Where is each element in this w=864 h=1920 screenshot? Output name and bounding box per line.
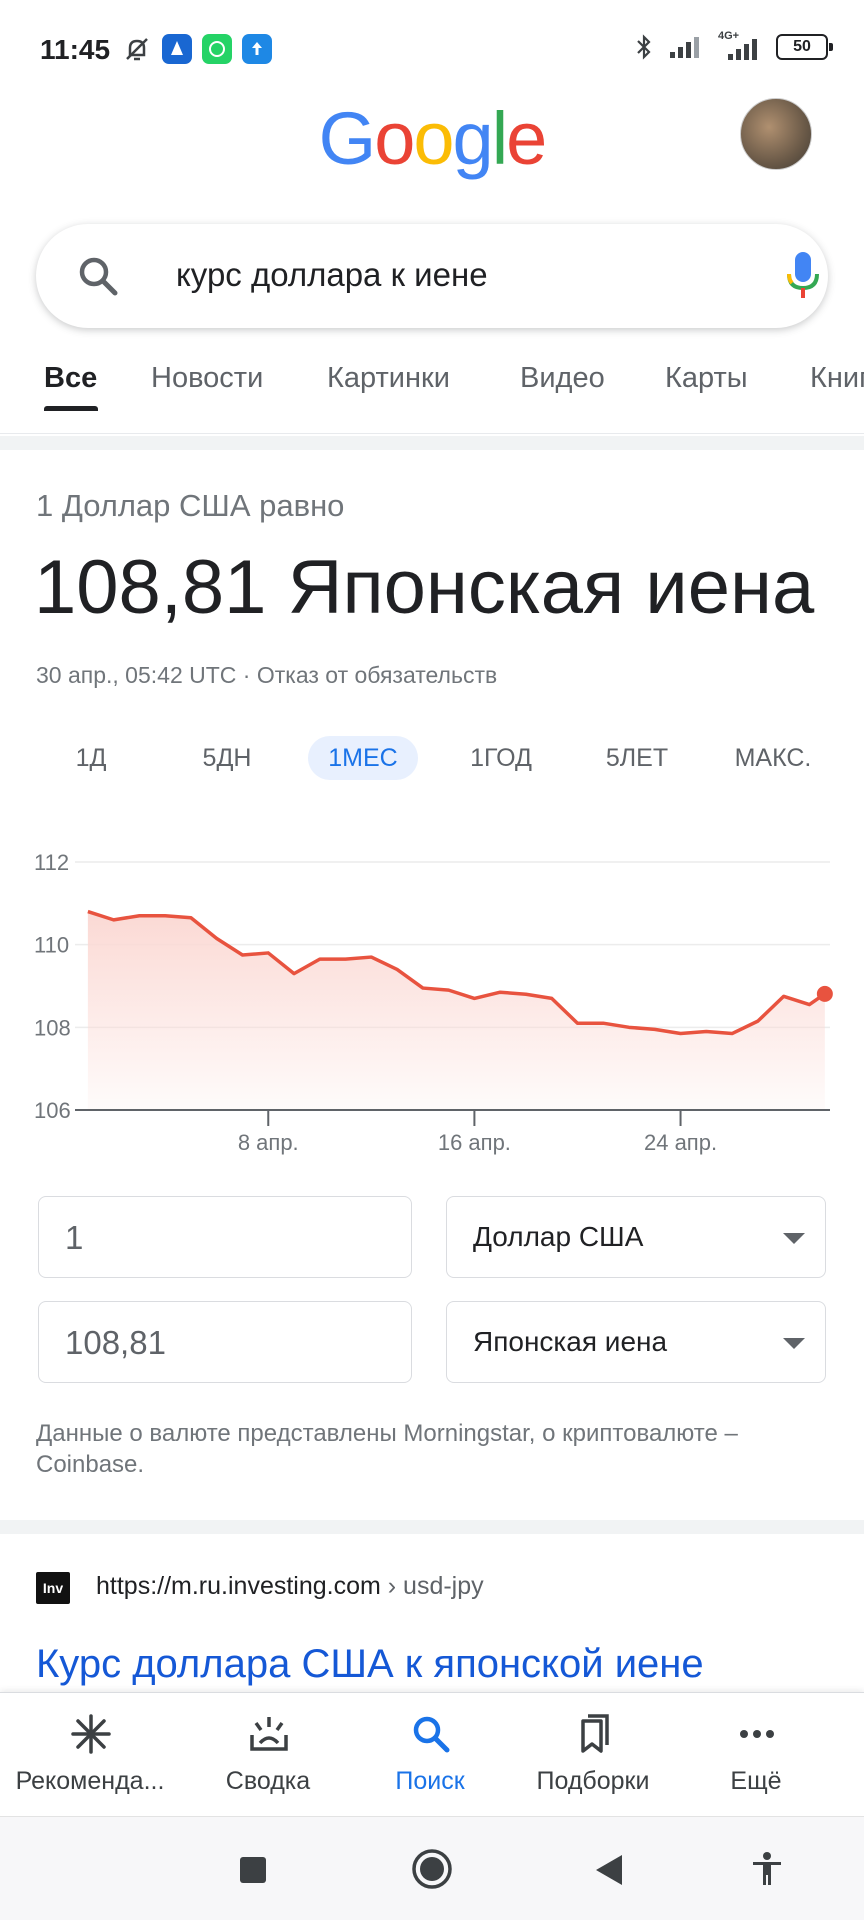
tab-all[interactable]: Все <box>44 362 97 395</box>
currency-timestamp: 30 апр., 05:42 UTC · Отказ от обязательс… <box>36 662 498 688</box>
site-favicon: Inv <box>36 1572 70 1604</box>
google-logo[interactable]: Google <box>0 96 864 181</box>
network-type: 4G+ <box>718 30 762 62</box>
status-bar: 11:45 4G+ 50 <box>0 0 864 100</box>
system-navigation-bar <box>0 1816 864 1920</box>
whatsapp-icon <box>202 34 232 64</box>
y-tick-label: 110 <box>34 933 69 958</box>
divider <box>0 436 864 450</box>
more-icon <box>740 1730 774 1738</box>
y-tick-label: 106 <box>34 1098 71 1123</box>
upload-icon <box>242 34 272 64</box>
search-tabs: Все Новости Картинки Видео Карты Книги <box>0 358 864 434</box>
tab-maps[interactable]: Карты <box>665 362 748 395</box>
status-time: 11:45 <box>40 34 111 65</box>
exchange-rate-chart[interactable]: 112 110 108 106 8 апр. 16 апр. 24 апр. <box>30 836 836 1166</box>
result-title-link[interactable]: Курс доллара США к японской иене <box>36 1642 704 1687</box>
nav-search[interactable]: Поиск <box>348 1693 512 1817</box>
account-avatar[interactable] <box>740 98 812 170</box>
tab-videos[interactable]: Видео <box>520 362 605 395</box>
battery-indicator: 50 <box>776 34 833 60</box>
nav-collections[interactable]: Подборки <box>511 1693 675 1817</box>
tab-news[interactable]: Новости <box>151 362 263 395</box>
currency-from-select[interactable]: Доллар США <box>446 1196 826 1278</box>
range-1m[interactable]: 1МЕС <box>308 736 418 780</box>
signal-icon <box>728 39 757 60</box>
range-1y[interactable]: 1ГОД <box>446 744 556 773</box>
tab-images[interactable]: Картинки <box>327 362 450 395</box>
bookmarks-icon <box>581 1714 609 1753</box>
tab-books[interactable]: Книги <box>810 362 864 395</box>
divider <box>0 1520 864 1534</box>
asterisk-icon <box>71 1714 111 1754</box>
x-tick-label: 8 апр. <box>238 1130 299 1155</box>
home-icon[interactable] <box>410 1847 454 1891</box>
amount-from-input[interactable]: 1 <box>38 1196 412 1278</box>
range-5d[interactable]: 5ДН <box>172 744 282 773</box>
nav-more[interactable]: Ещё <box>674 1693 838 1817</box>
silent-bell-icon <box>126 38 148 61</box>
sail-app-icon <box>162 34 192 64</box>
currency-value: 108,81 Японская иена <box>34 545 815 630</box>
bottom-navigation: Рекоменда... Сводка Поиск Подборки Ещё <box>0 1692 864 1816</box>
search-input[interactable]: курс доллара к иене <box>176 256 488 294</box>
range-selector: 1Д 5ДН 1МЕС 1ГОД 5ЛЕТ МАКС. <box>36 736 836 790</box>
search-icon[interactable] <box>74 252 122 300</box>
signal-icon <box>670 37 699 58</box>
dropdown-caret-icon <box>783 1233 805 1244</box>
data-source-note: Данные о валюте представлены Morningstar… <box>36 1420 738 1478</box>
accessibility-icon[interactable] <box>750 1851 784 1887</box>
amount-to-input[interactable]: 108,81 <box>38 1301 412 1383</box>
range-max[interactable]: МАКС. <box>718 744 828 773</box>
nav-discover[interactable]: Рекоменда... <box>8 1693 172 1817</box>
dropdown-caret-icon <box>783 1338 805 1349</box>
summary-icon <box>250 1717 288 1751</box>
bluetooth-icon <box>637 34 651 60</box>
nav-summary[interactable]: Сводка <box>186 1693 350 1817</box>
current-value-marker <box>816 985 833 1002</box>
currency-to-select[interactable]: Японская иена <box>446 1301 826 1383</box>
result-url[interactable]: https://m.ru.investing.com › usd-jpy <box>96 1572 484 1601</box>
range-1d[interactable]: 1Д <box>36 744 146 773</box>
recents-icon[interactable] <box>238 1855 268 1885</box>
x-tick-label: 16 апр. <box>438 1130 511 1155</box>
search-bar[interactable]: курс доллара к иене <box>36 224 828 328</box>
currency-label: 1 Доллар США равно <box>36 488 345 523</box>
range-5y[interactable]: 5ЛЕТ <box>582 744 692 773</box>
search-icon <box>413 1716 450 1753</box>
y-tick-label: 108 <box>34 1015 71 1040</box>
microphone-icon[interactable] <box>780 250 826 302</box>
area-fill <box>87 911 825 1110</box>
x-tick-label: 24 апр. <box>644 1130 717 1155</box>
back-icon[interactable] <box>592 1853 626 1887</box>
y-tick-label: 112 <box>34 850 69 875</box>
active-tab-indicator <box>44 406 98 411</box>
